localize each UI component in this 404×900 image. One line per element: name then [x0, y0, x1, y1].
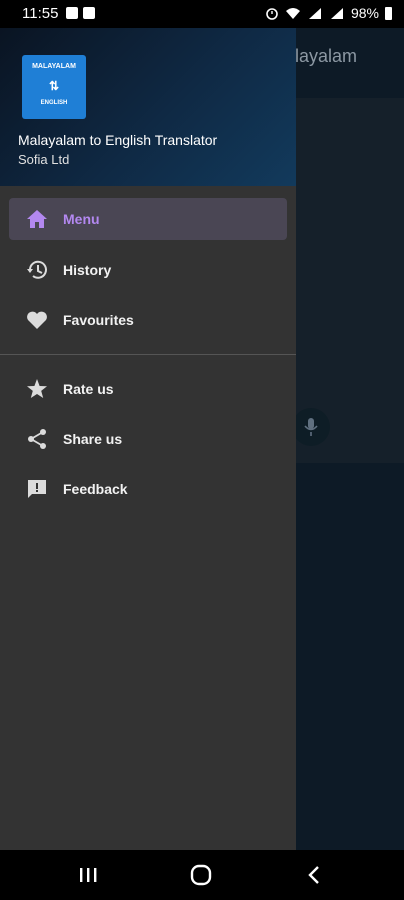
- clock: 11:55: [22, 5, 59, 22]
- battery-percent: 98%: [350, 5, 379, 21]
- back-button[interactable]: [294, 862, 334, 888]
- feedback-icon: [25, 477, 49, 501]
- drawer-item-label: Rate us: [63, 381, 114, 397]
- drawer-item-label: Menu: [63, 211, 100, 227]
- app-name: Malayalam to English Translator: [18, 132, 218, 148]
- drawer-item-label: Feedback: [63, 481, 128, 497]
- signal-2-icon: [330, 7, 343, 19]
- message-notification-icon: [83, 7, 95, 19]
- gallery-notification-icon: [66, 7, 78, 19]
- drawer-item-favourites[interactable]: Favourites: [9, 299, 287, 341]
- drawer-item-label: Share us: [63, 431, 123, 447]
- swap-arrows-icon: ⇅: [48, 79, 60, 93]
- home-button[interactable]: [181, 862, 221, 888]
- drawer-item-share-us[interactable]: Share us: [9, 418, 287, 460]
- status-bar: 11:55 98%: [0, 0, 404, 28]
- navigation-drawer: MALAYALAM ⇅ ENGLISH Malayalam to English…: [0, 28, 296, 850]
- wifi-icon: [285, 7, 300, 19]
- star-icon: [25, 377, 49, 401]
- drawer-item-history[interactable]: History: [9, 249, 287, 291]
- drawer-item-label: History: [63, 262, 112, 278]
- battery-icon: [385, 6, 392, 20]
- back-icon: [308, 866, 319, 884]
- drawer-item-rate-us[interactable]: Rate us: [9, 368, 287, 410]
- logo-text-bottom: ENGLISH: [40, 100, 68, 106]
- share-icon: [25, 427, 49, 451]
- home-nav-icon: [190, 864, 212, 886]
- home-icon: [25, 207, 49, 231]
- drawer-header: MALAYALAM ⇅ ENGLISH Malayalam to English…: [0, 28, 296, 186]
- logo-text-top: MALAYALAM: [32, 63, 76, 70]
- notification-icons: [66, 7, 95, 19]
- history-icon: [25, 258, 49, 282]
- mic-icon: [292, 408, 330, 446]
- system-navigation-bar: [0, 850, 404, 900]
- drawer-item-menu[interactable]: Menu: [9, 198, 287, 240]
- drawer-item-label: Favourites: [63, 312, 134, 328]
- app-logo: MALAYALAM ⇅ ENGLISH: [22, 55, 86, 119]
- alarm-icon: [266, 8, 278, 20]
- recent-apps-icon: [80, 868, 97, 882]
- company-name: Sofia Ltd: [18, 152, 70, 167]
- recent-apps-button[interactable]: [68, 862, 108, 888]
- signal-1-icon: [308, 7, 321, 19]
- drawer-item-feedback[interactable]: Feedback: [9, 468, 287, 510]
- drawer-divider: [0, 354, 296, 355]
- heart-icon: [25, 308, 49, 332]
- system-status: 98%: [265, 5, 392, 21]
